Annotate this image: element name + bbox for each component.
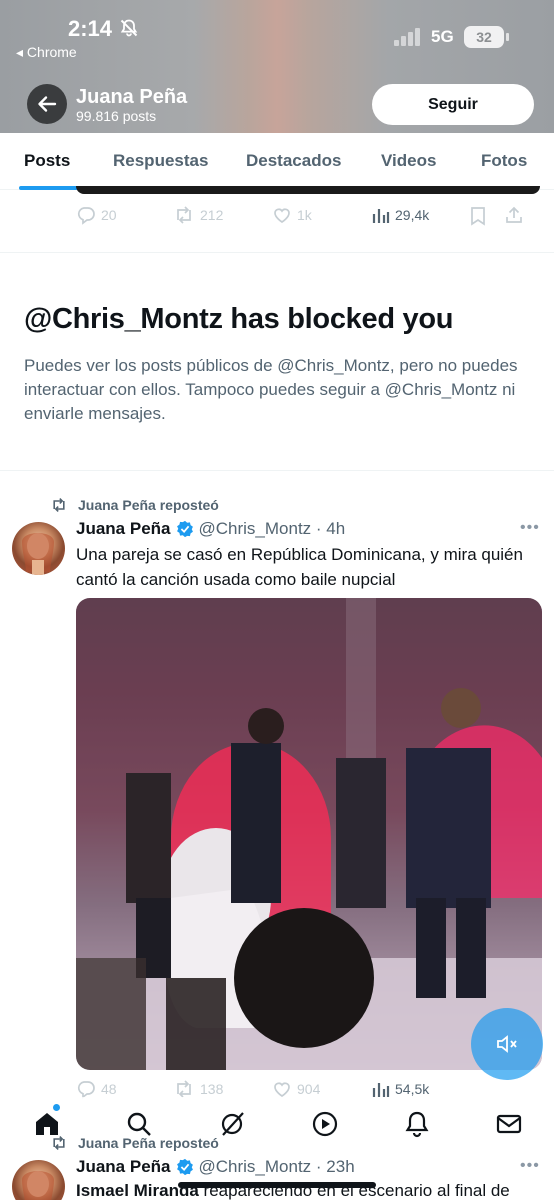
author-name[interactable]: Juana Peña [76,1157,171,1177]
active-tab-indicator [19,186,78,190]
profile-posts-count: 99.816 posts [76,108,157,124]
grok-icon [221,1112,244,1136]
repost-label[interactable]: Juana Peña reposteó [78,497,219,513]
reply-icon [77,207,95,225]
more-icon[interactable]: ••• [520,519,540,537]
tab-fotos[interactable]: Fotos [481,151,527,171]
views-button[interactable]: 29,4k [372,205,429,225]
nav-video[interactable] [310,1109,340,1139]
profile-tabs: Posts Respuestas Destacados Videos Fotos [0,133,554,190]
reply-button[interactable]: 48 [76,1079,117,1099]
messages-icon [496,1114,522,1134]
nav-messages[interactable] [494,1109,524,1139]
handle-time[interactable]: @Chris_Montz · 4h [199,519,346,539]
signal-icon [394,28,422,46]
nav-grok[interactable] [217,1109,247,1139]
battery-indicator: 32 [464,26,504,48]
tweet-header: Juana Peña @Chris_Montz · 4h [76,519,345,539]
tab-respuestas[interactable]: Respuestas [113,151,208,171]
bookmark-icon[interactable] [469,206,487,226]
back-arrow-icon [38,96,57,112]
repost-icon [53,498,65,512]
handle-time[interactable]: @Chris_Montz · 23h [199,1157,355,1177]
views-icon [372,209,390,223]
like-button[interactable]: 1k [272,205,312,225]
views-count: 29,4k [395,207,430,223]
views-button[interactable]: 54,5k [372,1079,429,1099]
divider [0,252,554,253]
mute-icon [497,1035,517,1053]
views-count: 54,5k [395,1081,430,1097]
battery-nub [506,33,509,41]
network-label: 5G [431,27,454,46]
repost-indicator: Juana Peña reposteó [50,1133,219,1153]
reply-count: 20 [101,207,117,223]
tweet-video[interactable] [76,598,542,1070]
blocked-description: Puedes ver los posts públicos de @Chris_… [24,356,518,423]
repost-icon [177,206,191,224]
home-indicator [178,1182,376,1188]
mute-button[interactable] [471,1008,543,1080]
status-time: 2:14 [68,16,113,41]
avatar[interactable] [12,1160,65,1200]
repost-button[interactable]: 212 [173,205,223,225]
like-icon [274,1082,290,1097]
repost-count: 138 [200,1081,224,1097]
video-icon [312,1111,338,1137]
author-name[interactable]: Juana Peña [76,519,171,539]
views-icon [372,1083,390,1097]
tab-destacados[interactable]: Destacados [246,151,341,171]
verified-icon [176,520,193,538]
profile-name: Juana Peña [76,86,188,108]
previous-tweet-media[interactable] [76,186,540,194]
divider [0,470,554,471]
like-icon [274,208,290,223]
tab-posts[interactable]: Posts [24,151,70,171]
repost-indicator: Juana Peña reposteó [50,495,219,515]
bell-off-icon [120,19,138,37]
back-to-chrome-link[interactable]: ◂ Chrome [16,44,77,61]
like-count: 904 [297,1081,321,1097]
repost-icon [53,1136,65,1150]
more-icon[interactable]: ••• [520,1157,540,1175]
like-button[interactable]: 904 [272,1079,320,1099]
previous-tweet-actions: 20 212 1k 29,4k [76,205,522,229]
notifications-icon [405,1111,429,1138]
repost-icon [177,1080,191,1098]
blocked-title: @Chris_Montz has blocked you [24,303,454,335]
tab-videos[interactable]: Videos [381,151,436,171]
home-unread-dot [53,1104,60,1111]
reply-count: 48 [101,1081,117,1097]
repost-button[interactable]: 138 [173,1079,223,1099]
avatar[interactable] [12,522,65,575]
tweet-text: Una pareja se casó en República Dominica… [76,545,523,589]
reply-icon [77,1081,95,1099]
verified-icon [176,1158,193,1176]
repost-label[interactable]: Juana Peña reposteó [78,1135,219,1151]
reply-button[interactable]: 20 [76,205,117,225]
back-button[interactable] [27,84,67,124]
follow-button[interactable]: Seguir [372,84,534,125]
like-count: 1k [297,207,312,223]
nav-notifications[interactable] [402,1109,432,1139]
repost-count: 212 [200,207,224,223]
share-icon[interactable] [504,205,524,225]
tweet-header: Juana Peña @Chris_Montz · 23h [76,1157,355,1177]
